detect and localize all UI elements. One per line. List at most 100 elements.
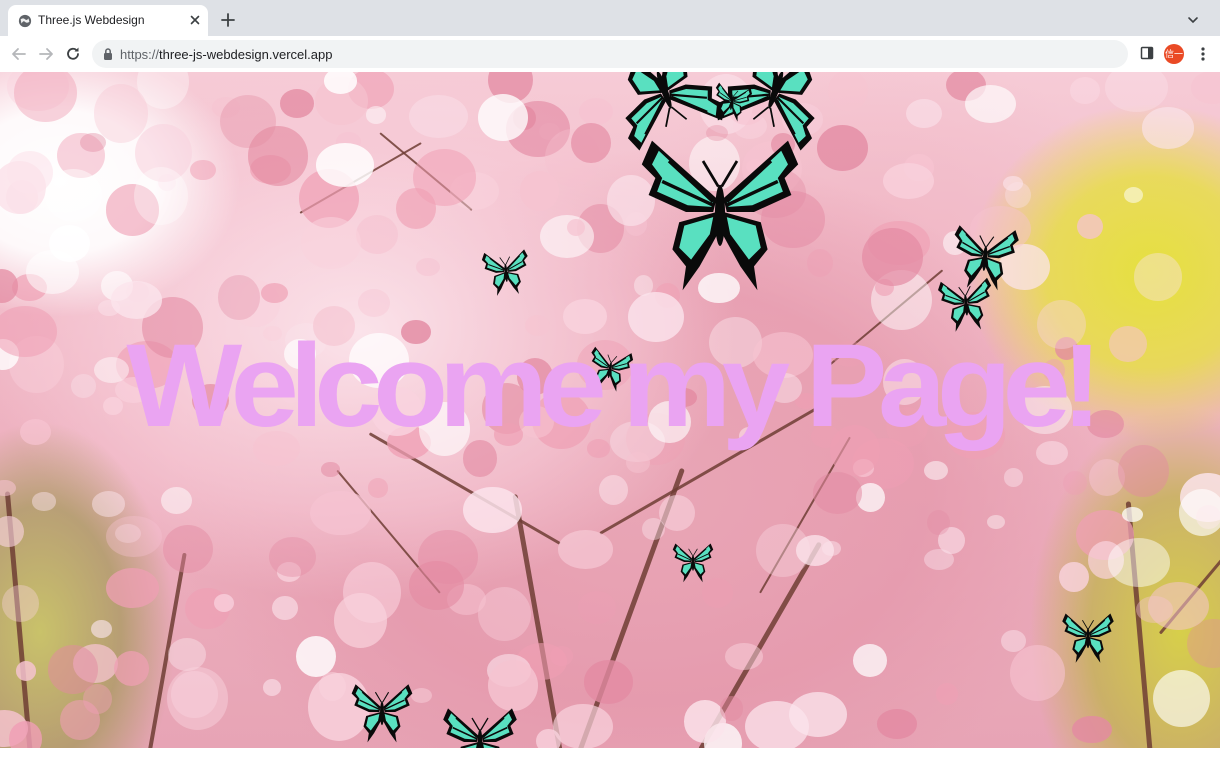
blossom-cluster <box>365 106 387 124</box>
blossom-cluster <box>1069 76 1101 104</box>
blossom-cluster <box>0 515 24 547</box>
blossom-cluster <box>8 721 42 748</box>
blossom-cluster <box>862 227 923 286</box>
blossom-cluster <box>167 638 206 671</box>
blossom-cluster <box>571 122 611 163</box>
three-js-canvas[interactable]: Welcome my Page! <box>0 72 1220 748</box>
blossom-cluster <box>1124 187 1144 204</box>
blossom-cluster <box>745 700 809 748</box>
blossom-cluster <box>806 248 833 278</box>
blossom-cluster <box>519 171 560 211</box>
blossom-cluster <box>190 159 216 181</box>
blossom-cluster <box>32 492 56 511</box>
blossom-cluster <box>315 143 375 187</box>
blossom-cluster <box>987 515 1006 530</box>
avatar[interactable]: 信一 <box>1164 44 1184 64</box>
close-icon[interactable] <box>188 13 202 27</box>
address-bar[interactable]: https://three-js-webdesign.vercel.app <box>92 40 1128 68</box>
blossom-cluster <box>540 214 595 259</box>
blossom-cluster <box>719 696 744 721</box>
blossom-cluster <box>816 124 869 172</box>
blossom-cluster <box>91 490 126 517</box>
blossom-cluster <box>926 509 950 535</box>
blossom-cluster <box>1121 506 1144 522</box>
blossom-cluster <box>342 561 401 623</box>
blossom-cluster <box>1062 470 1087 495</box>
blossom-cluster <box>280 89 315 119</box>
blossom-cluster <box>261 282 289 303</box>
blossom-cluster <box>536 728 562 748</box>
blossom-cluster <box>813 472 863 514</box>
blossom-cluster <box>213 593 235 612</box>
blossom-cluster <box>552 703 614 748</box>
blossom-cluster <box>0 269 19 303</box>
blossom-cluster <box>463 487 522 534</box>
butterfly-icon <box>1062 613 1114 663</box>
blossom-cluster <box>625 452 650 473</box>
kebab-menu-icon[interactable] <box>1196 46 1210 62</box>
blossom-cluster <box>1105 72 1169 112</box>
blossom-cluster <box>923 548 955 571</box>
blossom-cluster <box>48 644 98 694</box>
blossom-cluster <box>409 561 464 610</box>
blossom-cluster <box>113 650 149 686</box>
blossom-cluster <box>416 258 440 276</box>
blossom-cluster <box>1133 252 1183 301</box>
blossom-cluster <box>578 591 616 625</box>
blossom-cluster <box>105 567 160 609</box>
butterfly-icon <box>443 708 517 748</box>
blossom-cluster <box>1118 445 1169 498</box>
blossom-cluster <box>106 515 162 558</box>
globe-icon <box>18 14 32 28</box>
butterfly-icon <box>481 249 528 296</box>
blossom-cluster <box>583 660 634 704</box>
blossom-cluster <box>558 530 613 569</box>
lock-icon[interactable] <box>102 47 114 61</box>
url-text[interactable]: https://three-js-webdesign.vercel.app <box>120 47 332 62</box>
blossom-cluster <box>1004 181 1031 208</box>
side-panel-icon[interactable] <box>1140 46 1154 60</box>
blossom-cluster <box>642 518 665 541</box>
blossom-cluster <box>1009 645 1066 701</box>
tab-title: Three.js Webdesign <box>38 13 145 27</box>
blossom-cluster <box>161 486 193 514</box>
blossom-cluster <box>94 84 148 143</box>
reload-icon[interactable] <box>64 45 82 63</box>
blossom-cluster <box>367 477 389 498</box>
blossom-cluster <box>355 215 398 255</box>
butterfly-icon <box>351 684 413 743</box>
blossom-cluster <box>263 679 282 697</box>
blossom-cluster <box>272 595 298 620</box>
plus-icon[interactable] <box>220 12 236 28</box>
forward-arrow-icon[interactable] <box>37 45 55 63</box>
browser-toolbar: https://three-js-webdesign.vercel.app 信一 <box>0 36 1220 73</box>
blossom-cluster <box>905 98 942 129</box>
blossom-cluster <box>1003 468 1024 487</box>
blossom-cluster <box>1148 581 1209 630</box>
blossom-cluster <box>310 490 371 536</box>
blossom-cluster <box>26 250 80 295</box>
blossom-cluster <box>936 682 959 705</box>
headline-container: Welcome my Page! <box>0 327 1220 445</box>
butterfly-icon <box>672 543 714 583</box>
blossom-cluster <box>321 462 340 477</box>
tab-strip: Three.js Webdesign <box>0 0 1220 36</box>
blossom-cluster <box>1 584 40 622</box>
blossom-cluster <box>301 217 361 269</box>
blossom-cluster <box>111 281 163 319</box>
url-scheme: https:// <box>120 47 160 62</box>
blossom-cluster <box>796 534 835 566</box>
blossom-cluster <box>1107 538 1171 588</box>
blossom-cluster <box>1142 107 1195 149</box>
blossom-cluster <box>1152 669 1211 728</box>
back-arrow-icon[interactable] <box>10 45 28 63</box>
chevron-down-icon[interactable] <box>1186 13 1200 27</box>
blossom-cluster <box>1076 213 1104 240</box>
blossom-cluster <box>478 94 529 141</box>
active-tab[interactable]: Three.js Webdesign <box>8 5 208 36</box>
blossom-cluster <box>14 72 78 122</box>
blossom-cluster <box>550 645 574 667</box>
welcome-headline: Welcome my Page! <box>126 320 1103 452</box>
blossom-cluster <box>219 94 276 148</box>
blossom-cluster <box>1058 561 1089 593</box>
